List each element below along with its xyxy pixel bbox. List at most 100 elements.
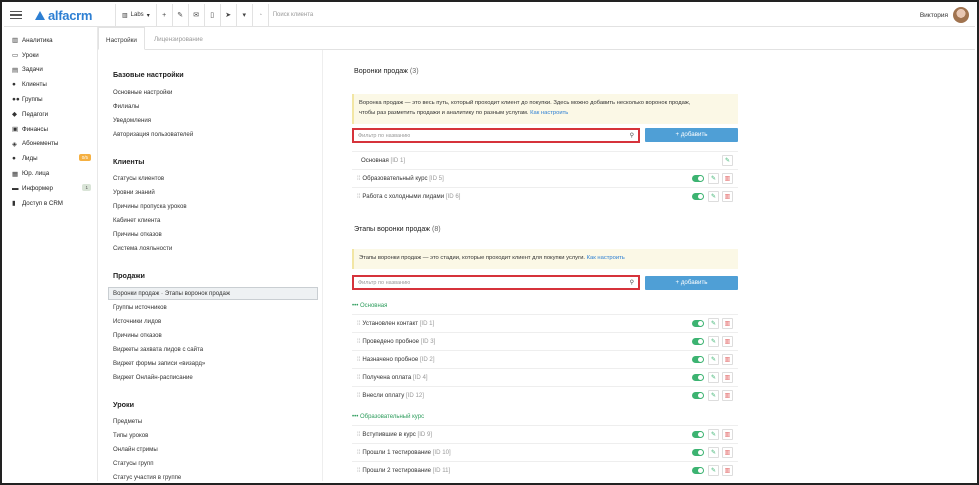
sidebar-item[interactable]: ◈ Абонементы xyxy=(4,137,97,152)
cart-icon[interactable]: ▾ xyxy=(237,11,252,19)
menu-icon[interactable] xyxy=(10,10,22,20)
add-funnel-button[interactable]: + добавить xyxy=(645,128,738,142)
active-toggle[interactable] xyxy=(692,467,704,474)
nav-item[interactable]: Основные настройки xyxy=(113,89,172,96)
delete-icon[interactable]: ▥ xyxy=(722,390,733,401)
plus-icon[interactable]: + xyxy=(157,12,172,19)
nav-item[interactable]: Филиалы xyxy=(113,103,139,110)
nav-item[interactable]: Причины отказов xyxy=(113,332,162,339)
sidebar-item[interactable]: ▣ Финансы xyxy=(4,122,97,137)
funnel-row[interactable]: ⁞⁞ Образовательный курс [ID 5] ✎ ▥ xyxy=(352,169,738,187)
how-to-link[interactable]: Как настроить xyxy=(530,110,568,116)
stage-row[interactable]: ⁞⁞ Прошли 1 тестирование [ID 10] ✎ ▥ xyxy=(352,443,738,461)
nav-item[interactable]: Авторизация пользователей xyxy=(113,131,193,138)
nav-item-funnels[interactable]: Воронки продаж · Этапы воронок продаж xyxy=(113,290,230,297)
drag-handle-icon[interactable]: ⁞⁞ xyxy=(357,338,360,345)
active-toggle[interactable] xyxy=(692,374,704,381)
telegram-icon[interactable]: ➤ xyxy=(221,11,236,19)
delete-icon[interactable]: ▥ xyxy=(722,173,733,184)
nav-item[interactable]: Причины отказов xyxy=(113,231,162,238)
drag-handle-icon[interactable]: ⁞⁞ xyxy=(357,374,360,381)
stage-row[interactable]: ⁞⁞ Прошли 2 тестирование [ID 11] ✎ ▥ xyxy=(352,461,738,479)
delete-icon[interactable]: ▥ xyxy=(722,372,733,383)
nav-item[interactable]: Уведомления xyxy=(113,117,151,124)
nav-item[interactable]: Группы источников xyxy=(113,304,167,311)
nav-item[interactable]: Причины пропуска уроков xyxy=(113,203,187,210)
stage-row[interactable]: ⁞⁞ Получена оплата [ID 4] ✎ ▥ xyxy=(352,368,738,386)
funnel-row[interactable]: Основная [ID 1] ✎ xyxy=(352,151,738,169)
drag-handle-icon[interactable]: ⁞⁞ xyxy=(357,320,360,327)
nav-item[interactable]: Система лояльности xyxy=(113,245,172,252)
drag-handle-icon[interactable]: ⁞⁞ xyxy=(357,431,360,438)
sidebar-item[interactable]: ▬ Информер 1 xyxy=(4,181,97,196)
nav-item[interactable]: Статусы групп xyxy=(113,460,154,467)
active-toggle[interactable] xyxy=(692,449,704,456)
stage-row[interactable]: ⁞⁞ Назначено пробное [ID 2] ✎ ▥ xyxy=(352,350,738,368)
sidebar-item[interactable]: ▤ Задачи xyxy=(4,63,97,78)
delete-icon[interactable]: ▥ xyxy=(722,465,733,476)
edit-icon[interactable]: ✎ xyxy=(708,318,719,329)
add-stage-button[interactable]: + добавить xyxy=(645,276,738,290)
nav-item[interactable]: Виджеты захвата лидов с сайта xyxy=(113,346,203,353)
delete-icon[interactable]: ▥ xyxy=(722,318,733,329)
delete-icon[interactable]: ▥ xyxy=(722,354,733,365)
sidebar-item[interactable]: ●● Группы xyxy=(4,92,97,107)
edit-icon[interactable]: ✎ xyxy=(708,390,719,401)
active-toggle[interactable] xyxy=(692,356,704,363)
sidebar-item[interactable]: ▥ Аналитика xyxy=(4,33,97,48)
edit-icon[interactable]: ✎ xyxy=(708,429,719,440)
sidebar-item[interactable]: ◆ Педагоги xyxy=(4,107,97,122)
stage-row[interactable]: ⁞⁞ Проведено пробное [ID 3] ✎ ▥ xyxy=(352,332,738,350)
drag-handle-icon[interactable]: ⁞⁞ xyxy=(357,449,360,456)
user-menu[interactable]: Виктория xyxy=(920,7,969,23)
delete-icon[interactable]: ▥ xyxy=(722,447,733,458)
sidebar-item[interactable]: ▭ Уроки xyxy=(4,48,97,63)
how-to-link[interactable]: Как настроить xyxy=(587,255,625,261)
client-search-input[interactable]: Поиск клиента xyxy=(273,12,314,18)
drag-handle-icon[interactable]: ⁞⁞ xyxy=(357,467,360,474)
nav-item[interactable]: Источники лидов xyxy=(113,318,161,325)
edit-icon[interactable]: ✎ xyxy=(708,173,719,184)
tab-licensing[interactable]: Лицензирование xyxy=(154,27,203,50)
delete-icon[interactable]: ▥ xyxy=(722,429,733,440)
stage-row[interactable]: ⁞⁞ Установлен контакт [ID 1] ✎ ▥ xyxy=(352,314,738,332)
active-toggle[interactable] xyxy=(692,338,704,345)
funnels-filter-input[interactable]: Фильтр по названию ⚲ xyxy=(352,128,640,143)
active-toggle[interactable] xyxy=(692,175,704,182)
nav-item[interactable]: Типы уроков xyxy=(113,432,148,439)
sidebar-item[interactable]: ▮ Доступ в CRM xyxy=(4,196,97,211)
nav-item[interactable]: Виджет Онлайн-расписание xyxy=(113,374,193,381)
mail-icon[interactable]: ✉ xyxy=(189,11,204,19)
edit-icon[interactable]: ✎ xyxy=(722,155,733,166)
nav-item[interactable]: Предметы xyxy=(113,418,142,425)
branch-selector[interactable]: ▥ Labs ▾ xyxy=(116,12,156,19)
edit-icon[interactable]: ✎ xyxy=(708,336,719,347)
funnel-row[interactable]: ⁞⁞ Работа с холодными лидами [ID 6] ✎ ▥ xyxy=(352,187,738,205)
active-toggle[interactable] xyxy=(692,320,704,327)
stage-row[interactable]: ⁞⁞ Вступившие в курс [ID 9] ✎ ▥ xyxy=(352,425,738,443)
avatar[interactable] xyxy=(953,7,969,23)
logo[interactable]: alfacrm xyxy=(35,8,115,23)
phone-icon[interactable]: ▯ xyxy=(205,11,220,19)
nav-item[interactable]: Статусы клиентов xyxy=(113,175,164,182)
edit-icon[interactable]: ✎ xyxy=(708,354,719,365)
active-toggle[interactable] xyxy=(692,193,704,200)
nav-item[interactable]: Виджет формы записи «визард» xyxy=(113,360,205,367)
drag-handle-icon[interactable]: ⁞⁞ xyxy=(357,392,360,399)
nav-item[interactable]: Онлайн стримы xyxy=(113,446,158,453)
nav-item[interactable]: Уровни знаний xyxy=(113,189,155,196)
stages-filter-input[interactable]: Фильтр по названию ⚲ xyxy=(352,275,640,290)
edit-icon[interactable]: ✎ xyxy=(708,447,719,458)
sidebar-item[interactable]: ● Лиды 0/5 xyxy=(4,151,97,166)
active-toggle[interactable] xyxy=(692,392,704,399)
sidebar-item[interactable]: ● Клиенты xyxy=(4,77,97,92)
nav-item[interactable]: Статус участия в группе xyxy=(113,474,181,481)
bell-icon[interactable]: ◔ xyxy=(253,12,268,19)
edit-icon[interactable]: ✎ xyxy=(708,372,719,383)
sidebar-item[interactable]: ▦ Юр. лица xyxy=(4,166,97,181)
edit-icon[interactable]: ✎ xyxy=(708,465,719,476)
stage-row[interactable]: ⁞⁞ Внесли оплату [ID 12] ✎ ▥ xyxy=(352,386,738,404)
delete-icon[interactable]: ▥ xyxy=(722,191,733,202)
wrench-icon[interactable]: ✎ xyxy=(173,11,188,19)
nav-item[interactable]: Кабинет клиента xyxy=(113,217,160,224)
